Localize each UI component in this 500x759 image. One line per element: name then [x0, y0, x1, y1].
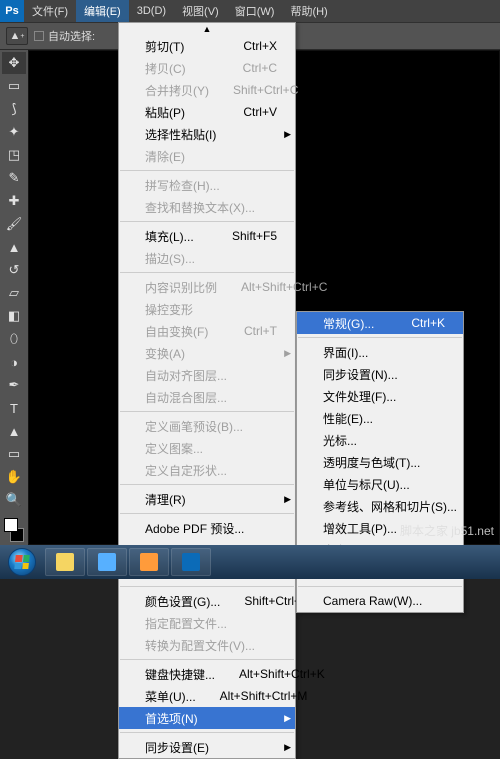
taskbar-browser[interactable]	[87, 548, 127, 576]
submenu-arrow-icon: ▶	[284, 742, 291, 753]
taskbar-player[interactable]	[129, 548, 169, 576]
edit-menu-item: 合并拷贝(Y)Shift+Ctrl+C	[119, 79, 295, 101]
tools-panel: ✥▭⟆✦◳✎✚🖌▲↺▱◧⬯◑✒T▲▭✋🔍	[0, 50, 28, 545]
edit-menu-item[interactable]: 选择性粘贴(I)▶	[119, 123, 295, 145]
edit-menu-item: 指定配置文件...	[119, 612, 295, 634]
watermark-text: 脚本之家 jb51.net	[400, 522, 494, 539]
stamp-tool[interactable]: ▲	[2, 236, 26, 258]
heal-tool[interactable]: ✚	[2, 190, 26, 212]
edit-menu-item: 拷贝(C)Ctrl+C	[119, 57, 295, 79]
auto-select-label: 自动选择:	[48, 28, 95, 44]
edit-menu-item[interactable]: 粘贴(P)Ctrl+V	[119, 101, 295, 123]
preferences-item[interactable]: 单位与标尺(U)...	[297, 473, 463, 495]
menu-3D(D)[interactable]: 3D(D)	[129, 0, 174, 22]
edit-menu-item: 描边(S)...	[119, 247, 295, 269]
edit-menu-item: 自由变换(F)Ctrl+T	[119, 320, 295, 342]
edit-menu-item: 定义图案...	[119, 437, 295, 459]
edit-menu-item[interactable]: 菜单(U)...Alt+Shift+Ctrl+M	[119, 685, 295, 707]
menu-视图(V)[interactable]: 视图(V)	[174, 0, 227, 22]
taskbar-explorer[interactable]	[45, 548, 85, 576]
auto-select-checkbox[interactable]	[34, 31, 44, 41]
preferences-item[interactable]: 性能(E)...	[297, 407, 463, 429]
menu-编辑(E)[interactable]: 编辑(E)	[76, 0, 129, 22]
blur-tool[interactable]: ⬯	[2, 328, 26, 350]
edit-menu-item: 变换(A)▶	[119, 342, 295, 364]
edit-menu-item[interactable]: 颜色设置(G)...Shift+Ctrl+K	[119, 590, 295, 612]
preferences-item[interactable]: 透明度与色域(T)...	[297, 451, 463, 473]
hand-tool[interactable]: ✋	[2, 466, 26, 488]
edit-menu-item: 查找和替换文本(X)...	[119, 196, 295, 218]
edit-menu-item[interactable]: 同步设置(E)▶	[119, 736, 295, 758]
lasso-tool[interactable]: ⟆	[2, 98, 26, 120]
app-logo: Ps	[0, 0, 24, 22]
edit-menu-item: 内容识别比例Alt+Shift+Ctrl+C	[119, 276, 295, 298]
preferences-item[interactable]: 文件处理(F)...	[297, 385, 463, 407]
preferences-item[interactable]: 界面(I)...	[297, 341, 463, 363]
menu-文件(F)[interactable]: 文件(F)	[24, 0, 76, 22]
edit-menu-item[interactable]: 填充(L)...Shift+F5	[119, 225, 295, 247]
eraser-tool[interactable]: ▱	[2, 282, 26, 304]
edit-menu-dropdown: ▲ 剪切(T)Ctrl+X拷贝(C)Ctrl+C合并拷贝(Y)Shift+Ctr…	[118, 22, 296, 759]
menu-帮助(H)[interactable]: 帮助(H)	[282, 0, 335, 22]
pen-tool[interactable]: ✒	[2, 374, 26, 396]
path-select-tool[interactable]: ▲	[2, 420, 26, 442]
submenu-arrow-icon: ▶	[284, 129, 291, 140]
preferences-item[interactable]: Camera Raw(W)...	[297, 590, 463, 612]
preferences-item[interactable]: 参考线、网格和切片(S)...	[297, 495, 463, 517]
menu-bar: Ps 文件(F)编辑(E)3D(D)视图(V)窗口(W)帮助(H)	[0, 0, 500, 22]
edit-menu-item: 拼写检查(H)...	[119, 174, 295, 196]
color-swatches[interactable]	[2, 516, 26, 544]
edit-menu-item[interactable]: Adobe PDF 预设...	[119, 517, 295, 539]
edit-menu-item: 定义画笔预设(B)...	[119, 415, 295, 437]
windows-logo-icon	[14, 555, 29, 569]
preferences-item[interactable]: 光标...	[297, 429, 463, 451]
edit-menu-item[interactable]: 键盘快捷键...Alt+Shift+Ctrl+K	[119, 663, 295, 685]
windows-taskbar	[0, 545, 500, 579]
zoom-tool[interactable]: 🔍	[2, 489, 26, 511]
edit-menu-item: 操控变形	[119, 298, 295, 320]
taskbar-photoshop[interactable]	[171, 548, 211, 576]
type-tool[interactable]: T	[2, 397, 26, 419]
wand-tool[interactable]: ✦	[2, 121, 26, 143]
edit-menu-item[interactable]: 清理(R)▶	[119, 488, 295, 510]
submenu-arrow-icon: ▶	[284, 713, 291, 724]
menu-scroll-up-icon[interactable]: ▲	[119, 23, 295, 35]
dodge-tool[interactable]: ◑	[2, 351, 26, 373]
menu-窗口(W)[interactable]: 窗口(W)	[227, 0, 283, 22]
edit-menu-item: 自动对齐图层...	[119, 364, 295, 386]
move-tool-preview-icon[interactable]: ▲+	[6, 27, 28, 45]
crop-tool[interactable]: ◳	[2, 144, 26, 166]
move-tool[interactable]: ✥	[2, 52, 26, 74]
marquee-tool[interactable]: ▭	[2, 75, 26, 97]
edit-menu-item: 清除(E)	[119, 145, 295, 167]
brush-tool[interactable]: 🖌	[2, 213, 26, 235]
edit-menu-item: 转换为配置文件(V)...	[119, 634, 295, 656]
submenu-arrow-icon: ▶	[284, 348, 291, 359]
edit-menu-item[interactable]: 首选项(N)▶	[119, 707, 295, 729]
history-brush-tool[interactable]: ↺	[2, 259, 26, 281]
submenu-arrow-icon: ▶	[284, 494, 291, 505]
eyedropper-tool[interactable]: ✎	[2, 167, 26, 189]
gradient-tool[interactable]: ◧	[2, 305, 26, 327]
edit-menu-item: 定义自定形状...	[119, 459, 295, 481]
preferences-item[interactable]: 同步设置(N)...	[297, 363, 463, 385]
preferences-item[interactable]: 常规(G)...Ctrl+K	[297, 312, 463, 334]
edit-menu-item[interactable]: 剪切(T)Ctrl+X	[119, 35, 295, 57]
start-button[interactable]	[0, 545, 44, 579]
edit-menu-item: 自动混合图层...	[119, 386, 295, 408]
shape-tool[interactable]: ▭	[2, 443, 26, 465]
